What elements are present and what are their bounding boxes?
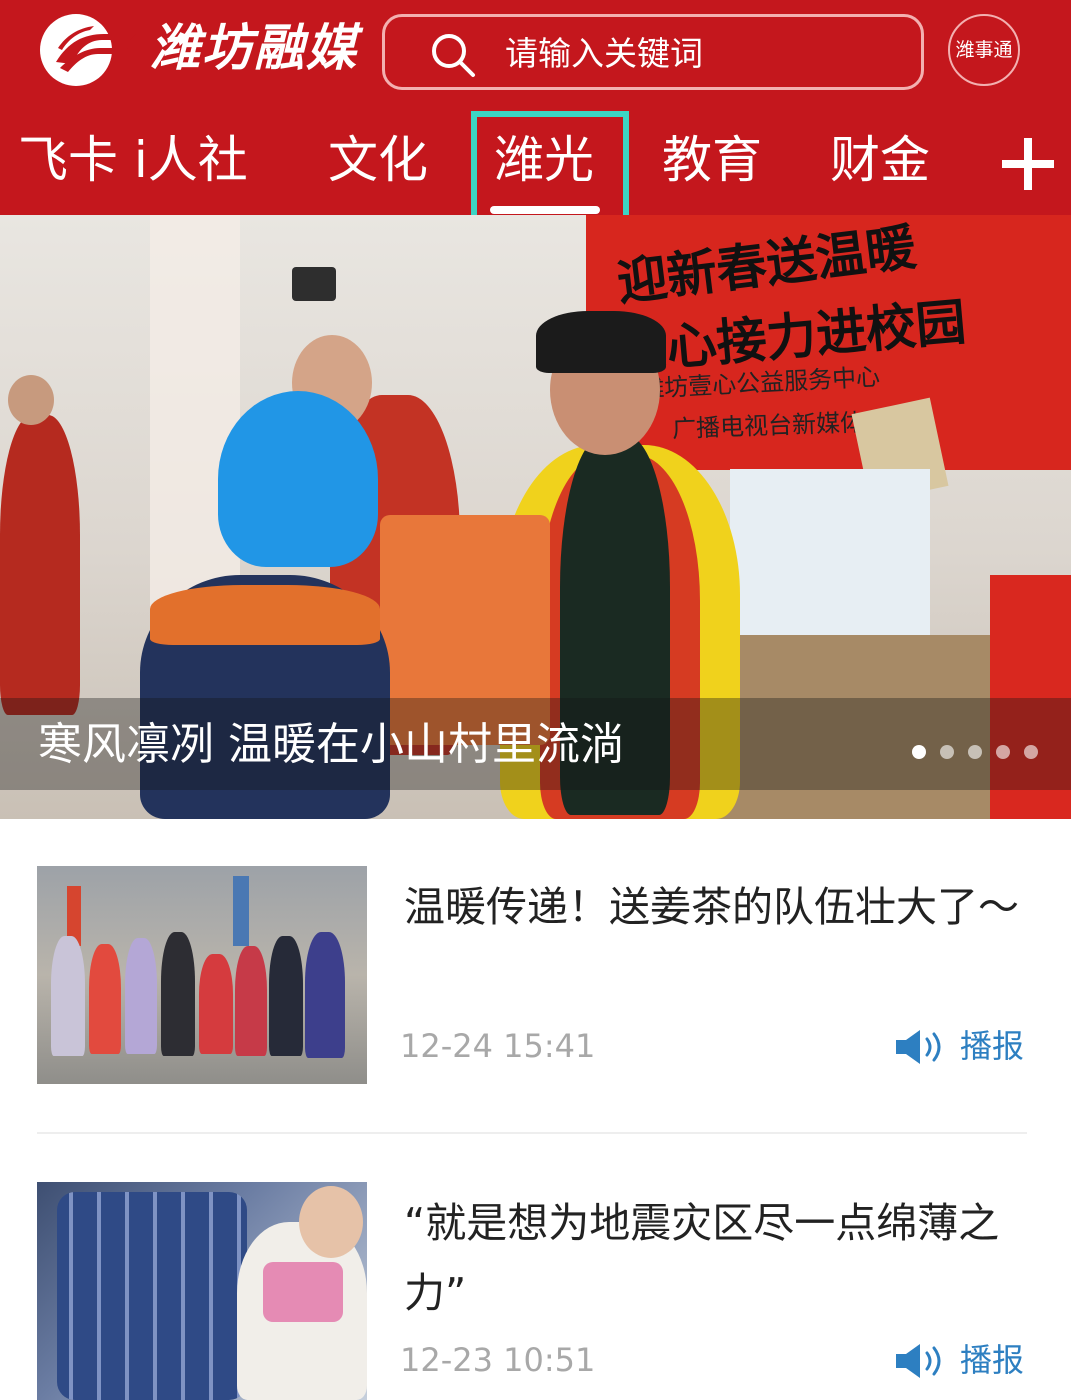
- thumb-scarf: [263, 1262, 343, 1322]
- carousel-dot[interactable]: [912, 745, 926, 759]
- banner-person: [0, 415, 80, 715]
- banner-person-head: [8, 375, 54, 425]
- tab-wenhua[interactable]: 文化: [328, 128, 428, 192]
- plus-icon[interactable]: [1000, 136, 1056, 192]
- news-list-item[interactable]: “就是想为地震灾区尽一点绵薄之力” 12-23 10:51 播报: [0, 1182, 1071, 1400]
- thumb-person: [199, 954, 233, 1054]
- banner-window: [150, 215, 240, 635]
- news-timestamp: 12-23 10:51: [400, 1341, 596, 1379]
- carousel-dot[interactable]: [996, 745, 1010, 759]
- carousel-dot[interactable]: [968, 745, 982, 759]
- search-icon: [432, 34, 475, 77]
- speaker-icon: [896, 1344, 941, 1378]
- thumb-person: [305, 932, 345, 1058]
- carousel-dot[interactable]: [940, 745, 954, 759]
- channel-tabs: 飞卡 i人社 文化 潍光 教育 财金: [0, 110, 1071, 239]
- banner-speaker: [292, 267, 336, 301]
- brand-name: 潍坊融媒: [150, 19, 358, 77]
- banner-volunteer-hat: [536, 311, 666, 373]
- broadcast-label: 播报: [960, 1341, 1025, 1379]
- tab-feika[interactable]: 飞卡 i人社: [18, 128, 248, 192]
- thumb-person: [51, 936, 85, 1056]
- thumb-person: [235, 946, 267, 1056]
- banner-child-blue-hat: [218, 391, 378, 567]
- active-tab-underline: [490, 206, 600, 214]
- thumb-quilt: [57, 1192, 247, 1400]
- thumb-person: [125, 938, 157, 1054]
- banner-caption: 寒风凛冽 温暖在小山村里流淌: [38, 719, 624, 770]
- thumb-blue-sign: [233, 876, 249, 946]
- thumb-person: [161, 932, 195, 1056]
- search-placeholder: 请输入关键词: [505, 34, 703, 73]
- news-thumbnail: [37, 1182, 367, 1400]
- banner-child-hood: [150, 585, 380, 645]
- thumb-person-head: [299, 1186, 363, 1258]
- broadcast-label: 播报: [960, 1027, 1025, 1065]
- news-list-item[interactable]: 温暖传递！送姜茶的队伍壮大了～ 12-24 15:41 播报: [0, 866, 1071, 1086]
- broadcast-button[interactable]: 播报: [894, 1338, 1034, 1382]
- speaker-icon: [896, 1030, 941, 1064]
- news-title[interactable]: 温暖传递！送姜茶的队伍壮大了～: [404, 872, 1029, 942]
- weifang-rongmei-logo-icon[interactable]: [38, 12, 138, 88]
- news-thumbnail: [37, 866, 367, 1084]
- search-bar[interactable]: 请输入关键词: [382, 14, 924, 90]
- app-header: 潍坊融媒 请输入关键词 潍事通 飞卡 i人社 文化 潍光 教育 财金: [0, 0, 1071, 239]
- carousel-dot[interactable]: [1024, 745, 1038, 759]
- tab-weiguang[interactable]: 潍光: [494, 128, 594, 192]
- news-title[interactable]: “就是想为地震灾区尽一点绵薄之力”: [404, 1188, 1029, 1328]
- broadcast-button[interactable]: 播报: [894, 1024, 1034, 1068]
- weishitong-button[interactable]: 潍事通: [948, 14, 1020, 86]
- list-divider: [37, 1132, 1027, 1134]
- thumb-person: [89, 944, 121, 1054]
- tab-label: 飞卡 i人社: [18, 131, 248, 189]
- banner-gift-box: [730, 469, 930, 639]
- tab-jiaoyu[interactable]: 教育: [662, 128, 762, 192]
- headline-banner[interactable]: 迎新春送温暖 爱心接力进校园 潍坊壹心公益服务中心 广播电视台新媒体中心 寒风凛…: [0, 215, 1071, 819]
- tab-caijin[interactable]: 财金: [830, 128, 930, 192]
- news-timestamp: 12-24 15:41: [400, 1027, 596, 1065]
- thumb-person: [269, 936, 303, 1056]
